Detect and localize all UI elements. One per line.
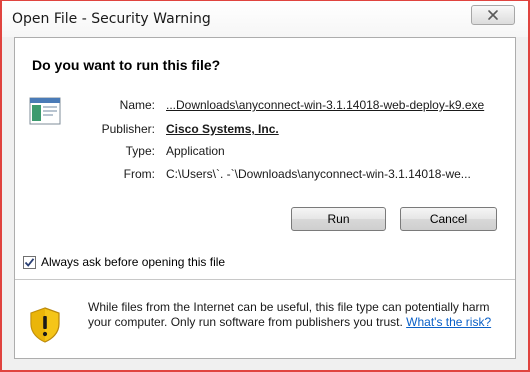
- type-label: Type:: [125, 144, 155, 158]
- type-value: Application: [166, 144, 225, 158]
- from-value: C:\Users\`. -`\Downloads\anyconnect-win-…: [166, 167, 471, 181]
- dialog-heading: Do you want to run this file?: [32, 57, 221, 73]
- divider: [15, 279, 515, 280]
- from-label: From:: [123, 167, 155, 181]
- file-name-link[interactable]: ...Downloads\anyconnect-win-3.1.14018-we…: [166, 98, 484, 112]
- whats-the-risk-link[interactable]: What's the risk?: [406, 315, 491, 329]
- name-label: Name:: [119, 98, 155, 112]
- title-bar[interactable]: Open File - Security Warning: [2, 1, 528, 37]
- always-ask-option[interactable]: Always ask before opening this file: [23, 253, 225, 271]
- always-ask-label: Always ask before opening this file: [41, 255, 226, 269]
- close-icon: [488, 10, 498, 20]
- publisher-label: Publisher:: [101, 122, 155, 136]
- window-title: Open File - Security Warning: [12, 11, 211, 27]
- warning-message: While files from the Internet can be use…: [88, 300, 498, 330]
- shield-warning-icon: [30, 307, 60, 343]
- security-warning-window: Open File - Security Warning Do you want…: [0, 0, 530, 372]
- close-button[interactable]: [471, 5, 515, 25]
- run-button[interactable]: Run: [291, 207, 386, 231]
- publisher-link[interactable]: Cisco Systems, Inc.: [166, 122, 279, 136]
- always-ask-checkbox[interactable]: [23, 255, 36, 269]
- checkmark-icon: [24, 257, 35, 267]
- dialog-body: Do you want to run this file? Name: ...D…: [14, 37, 516, 359]
- cancel-button[interactable]: Cancel: [400, 207, 497, 231]
